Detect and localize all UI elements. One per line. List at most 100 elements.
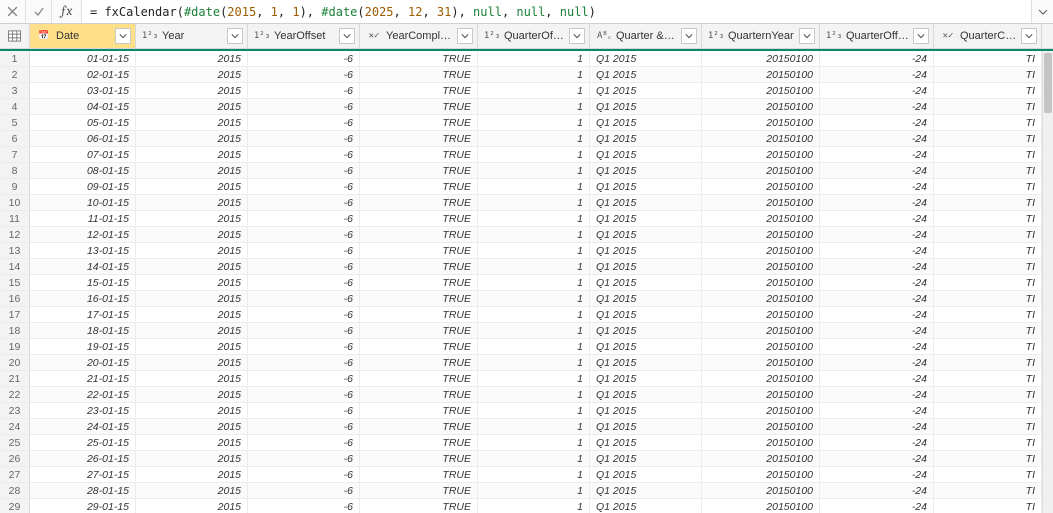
cell-quartercompleted[interactable]: TI <box>934 403 1042 418</box>
cell-yearcompleted[interactable]: TRUE <box>360 323 478 338</box>
cell-date[interactable]: 05-01-15 <box>30 115 136 130</box>
column-header-date[interactable]: 📅Date <box>30 24 136 48</box>
cell-quartercompleted[interactable]: TI <box>934 339 1042 354</box>
cell-quartercompleted[interactable]: TI <box>934 387 1042 402</box>
table-row[interactable]: 1212-01-152015-6TRUE1Q1 201520150100-24T… <box>0 227 1053 243</box>
cell-yearoffset[interactable]: -6 <box>248 451 360 466</box>
cell-yearoffset[interactable]: -6 <box>248 67 360 82</box>
cell-quartercompleted[interactable]: TI <box>934 451 1042 466</box>
cell-date[interactable]: 28-01-15 <box>30 483 136 498</box>
expand-formula-button[interactable] <box>1031 0 1053 23</box>
table-icon[interactable] <box>0 24 30 48</box>
table-row[interactable]: 707-01-152015-6TRUE1Q1 201520150100-24TI <box>0 147 1053 163</box>
cell-quarternyear[interactable]: 20150100 <box>702 275 820 290</box>
cell-quarteroffset[interactable]: -24 <box>820 499 934 513</box>
cell-quarterofyear[interactable]: 1 <box>478 403 590 418</box>
cell-quarterandyear[interactable]: Q1 2015 <box>590 179 702 194</box>
cell-yearoffset[interactable]: -6 <box>248 435 360 450</box>
row-number[interactable]: 13 <box>0 243 30 258</box>
cell-quarteroffset[interactable]: -24 <box>820 99 934 114</box>
table-row[interactable]: 2121-01-152015-6TRUE1Q1 201520150100-24T… <box>0 371 1053 387</box>
cell-quarteroffset[interactable]: -24 <box>820 339 934 354</box>
cell-quarterandyear[interactable]: Q1 2015 <box>590 451 702 466</box>
cell-yearcompleted[interactable]: TRUE <box>360 403 478 418</box>
row-number[interactable]: 16 <box>0 291 30 306</box>
cell-quarternyear[interactable]: 20150100 <box>702 83 820 98</box>
cell-yearcompleted[interactable]: TRUE <box>360 419 478 434</box>
cell-quarterandyear[interactable]: Q1 2015 <box>590 83 702 98</box>
cell-date[interactable]: 25-01-15 <box>30 435 136 450</box>
row-number[interactable]: 10 <box>0 195 30 210</box>
cell-quartercompleted[interactable]: TI <box>934 259 1042 274</box>
cell-year[interactable]: 2015 <box>136 259 248 274</box>
column-header-quarternyear[interactable]: 1²₃QuarternYear <box>702 24 820 48</box>
cell-yearcompleted[interactable]: TRUE <box>360 51 478 66</box>
row-number[interactable]: 9 <box>0 179 30 194</box>
cell-year[interactable]: 2015 <box>136 275 248 290</box>
cell-yearoffset[interactable]: -6 <box>248 259 360 274</box>
cell-quarternyear[interactable]: 20150100 <box>702 467 820 482</box>
cell-yearoffset[interactable]: -6 <box>248 467 360 482</box>
cell-quartercompleted[interactable]: TI <box>934 115 1042 130</box>
cell-quarternyear[interactable]: 20150100 <box>702 147 820 162</box>
cell-quarterofyear[interactable]: 1 <box>478 435 590 450</box>
row-number[interactable]: 29 <box>0 499 30 513</box>
column-filter-button[interactable] <box>799 28 815 44</box>
cell-yearcompleted[interactable]: TRUE <box>360 387 478 402</box>
cell-date[interactable]: 07-01-15 <box>30 147 136 162</box>
cell-quarterofyear[interactable]: 1 <box>478 179 590 194</box>
row-number[interactable]: 14 <box>0 259 30 274</box>
cell-quarternyear[interactable]: 20150100 <box>702 163 820 178</box>
cell-quartercompleted[interactable]: TI <box>934 227 1042 242</box>
cell-yearcompleted[interactable]: TRUE <box>360 307 478 322</box>
column-filter-button[interactable] <box>569 28 585 44</box>
cell-yearoffset[interactable]: -6 <box>248 99 360 114</box>
table-row[interactable]: 2424-01-152015-6TRUE1Q1 201520150100-24T… <box>0 419 1053 435</box>
cell-quarterofyear[interactable]: 1 <box>478 115 590 130</box>
row-number[interactable]: 23 <box>0 403 30 418</box>
cell-year[interactable]: 2015 <box>136 483 248 498</box>
cell-quarternyear[interactable]: 20150100 <box>702 291 820 306</box>
row-number[interactable]: 28 <box>0 483 30 498</box>
cell-yearcompleted[interactable]: TRUE <box>360 243 478 258</box>
cell-yearcompleted[interactable]: TRUE <box>360 99 478 114</box>
cell-quartercompleted[interactable]: TI <box>934 307 1042 322</box>
cell-year[interactable]: 2015 <box>136 243 248 258</box>
cell-quarterofyear[interactable]: 1 <box>478 147 590 162</box>
cell-yearcompleted[interactable]: TRUE <box>360 83 478 98</box>
cell-yearcompleted[interactable]: TRUE <box>360 131 478 146</box>
cell-quarteroffset[interactable]: -24 <box>820 83 934 98</box>
cell-quarteroffset[interactable]: -24 <box>820 211 934 226</box>
cell-quarternyear[interactable]: 20150100 <box>702 307 820 322</box>
cell-quartercompleted[interactable]: TI <box>934 467 1042 482</box>
cell-quarteroffset[interactable]: -24 <box>820 291 934 306</box>
cell-yearoffset[interactable]: -6 <box>248 195 360 210</box>
cell-quarterandyear[interactable]: Q1 2015 <box>590 371 702 386</box>
cell-yearcompleted[interactable]: TRUE <box>360 227 478 242</box>
cell-quarterandyear[interactable]: Q1 2015 <box>590 467 702 482</box>
column-header-year[interactable]: 1²₃Year <box>136 24 248 48</box>
cell-date[interactable]: 04-01-15 <box>30 99 136 114</box>
cell-quarternyear[interactable]: 20150100 <box>702 339 820 354</box>
cell-quarteroffset[interactable]: -24 <box>820 355 934 370</box>
cell-quarterandyear[interactable]: Q1 2015 <box>590 419 702 434</box>
cell-date[interactable]: 10-01-15 <box>30 195 136 210</box>
cell-quarteroffset[interactable]: -24 <box>820 243 934 258</box>
table-row[interactable]: 2626-01-152015-6TRUE1Q1 201520150100-24T… <box>0 451 1053 467</box>
cell-year[interactable]: 2015 <box>136 163 248 178</box>
cell-quarteroffset[interactable]: -24 <box>820 275 934 290</box>
column-filter-button[interactable] <box>913 28 929 44</box>
cell-yearoffset[interactable]: -6 <box>248 147 360 162</box>
cell-quarterandyear[interactable]: Q1 2015 <box>590 243 702 258</box>
cell-quarteroffset[interactable]: -24 <box>820 67 934 82</box>
cell-date[interactable]: 08-01-15 <box>30 163 136 178</box>
cell-quarteroffset[interactable]: -24 <box>820 259 934 274</box>
cell-quarterandyear[interactable]: Q1 2015 <box>590 355 702 370</box>
cell-quarteroffset[interactable]: -24 <box>820 131 934 146</box>
row-number[interactable]: 17 <box>0 307 30 322</box>
cell-quarterofyear[interactable]: 1 <box>478 419 590 434</box>
cell-year[interactable]: 2015 <box>136 307 248 322</box>
cell-year[interactable]: 2015 <box>136 51 248 66</box>
cell-quarterofyear[interactable]: 1 <box>478 99 590 114</box>
cell-quarteroffset[interactable]: -24 <box>820 227 934 242</box>
